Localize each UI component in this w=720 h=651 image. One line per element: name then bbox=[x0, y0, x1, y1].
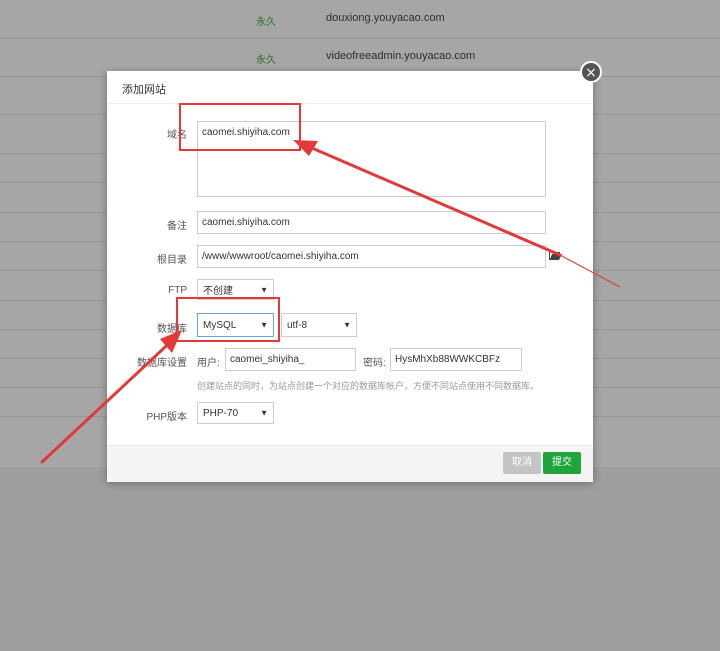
annotation-arrows bbox=[40, 140, 621, 464]
annotation-arrow-line bbox=[303, 143, 562, 257]
annotation-arrow-tail bbox=[559, 254, 621, 288]
annotation-arrow-line bbox=[40, 333, 180, 464]
